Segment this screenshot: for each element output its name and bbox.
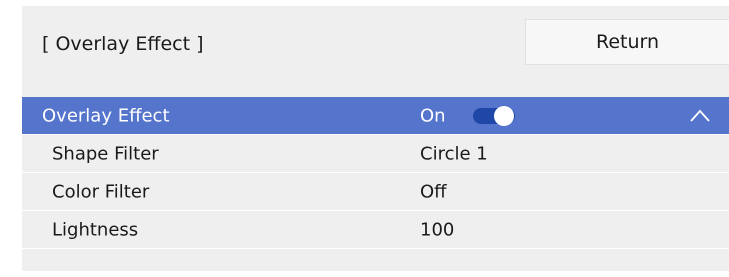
- menu-item-lightness[interactable]: Lightness 100: [22, 211, 729, 249]
- menu-item-value: 100: [420, 219, 455, 240]
- menu-item-value: On: [420, 105, 446, 126]
- menu-item-color-filter[interactable]: Color Filter Off: [22, 173, 729, 211]
- menu-item-label: Lightness: [52, 219, 139, 240]
- menu-item-label: Color Filter: [52, 181, 150, 202]
- menu-item-overlay-effect[interactable]: Overlay Effect On: [22, 97, 729, 135]
- menu-item-label: Shape Filter: [52, 143, 159, 164]
- overlay-effect-panel: [ Overlay Effect ] Return Overlay Effect…: [22, 6, 729, 271]
- overlay-effect-toggle[interactable]: [473, 105, 515, 126]
- menu-item-value: Off: [420, 181, 447, 202]
- return-button[interactable]: Return: [525, 19, 729, 65]
- menu-item-label: Overlay Effect: [42, 105, 170, 126]
- menu-item-shape-filter[interactable]: Shape Filter Circle 1: [22, 135, 729, 173]
- menu-item-value: Circle 1: [420, 143, 488, 164]
- toggle-knob: [494, 105, 514, 126]
- chevron-up-icon[interactable]: [690, 109, 710, 123]
- page-title: [ Overlay Effect ]: [42, 33, 204, 55]
- settings-menu: Overlay Effect On Shape Filter Circle 1 …: [22, 97, 729, 249]
